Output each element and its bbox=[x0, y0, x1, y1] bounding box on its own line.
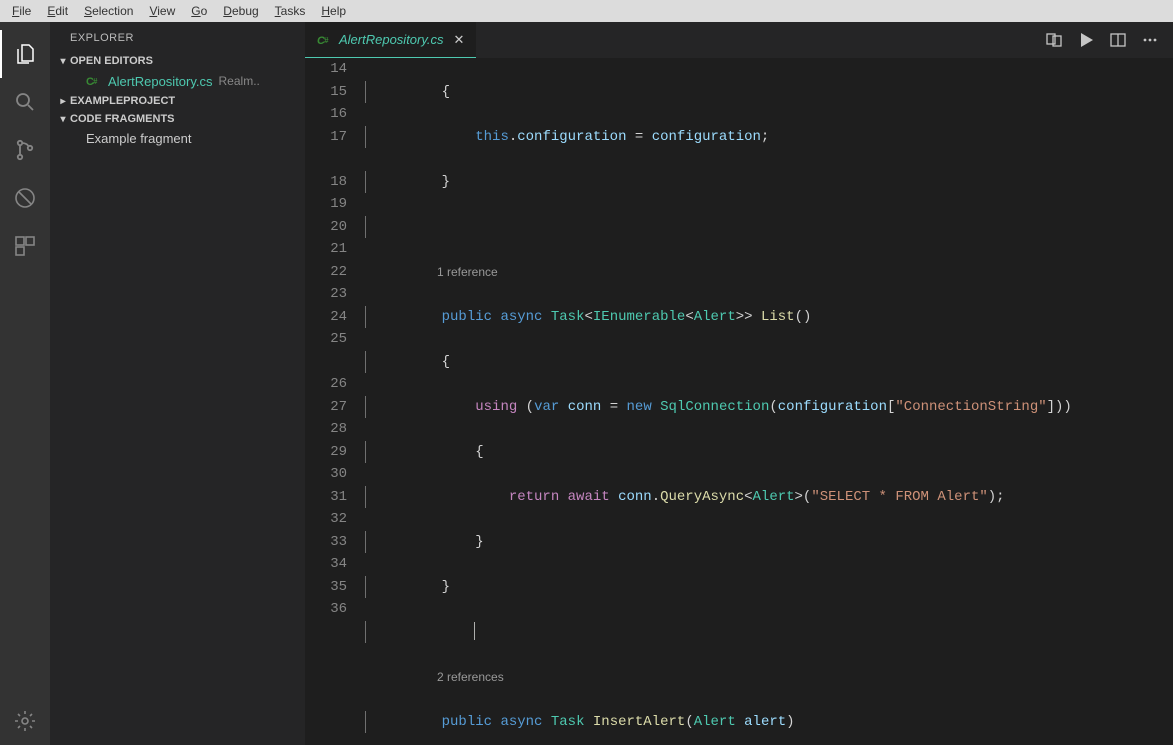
activity-git[interactable] bbox=[0, 126, 50, 174]
menu-help[interactable]: Help bbox=[313, 2, 354, 20]
run-icon[interactable] bbox=[1077, 31, 1095, 49]
sidebar-title: EXPLORER bbox=[50, 22, 305, 52]
svg-text:#: # bbox=[324, 36, 329, 45]
activity-bar bbox=[0, 22, 50, 745]
chevron-down-icon: ▾ bbox=[56, 114, 70, 125]
section-label: OPEN EDITORS bbox=[70, 55, 153, 67]
csharp-file-icon: C# bbox=[317, 32, 333, 48]
close-icon[interactable]: ✕ bbox=[454, 32, 465, 48]
extensions-icon bbox=[13, 234, 37, 258]
menu-selection[interactable]: Selection bbox=[76, 2, 141, 20]
activity-debug[interactable] bbox=[0, 174, 50, 222]
activity-settings[interactable] bbox=[0, 697, 50, 745]
git-icon bbox=[13, 138, 37, 162]
editor-area: C# AlertRepository.cs ✕ bbox=[305, 22, 1173, 745]
section-label: CODE FRAGMENTS bbox=[70, 113, 175, 125]
text-cursor bbox=[474, 622, 475, 640]
open-editor-path: Realm.. bbox=[219, 74, 260, 88]
menu-debug[interactable]: Debug bbox=[215, 2, 266, 20]
section-project[interactable]: ▸ EXAMPLEPROJECT bbox=[50, 92, 305, 110]
activity-search[interactable] bbox=[0, 78, 50, 126]
activity-extensions[interactable] bbox=[0, 222, 50, 270]
menu-edit[interactable]: Edit bbox=[39, 2, 76, 20]
codelens-insert[interactable]: 2 references bbox=[365, 666, 1173, 689]
svg-text:#: # bbox=[93, 77, 98, 86]
csharp-file-icon: C# bbox=[86, 73, 102, 89]
bug-icon bbox=[13, 186, 37, 210]
split-icon[interactable] bbox=[1109, 31, 1127, 49]
search-icon bbox=[13, 90, 37, 114]
tab-alertrepository[interactable]: C# AlertRepository.cs ✕ bbox=[305, 22, 476, 58]
chevron-right-icon: ▸ bbox=[56, 96, 70, 107]
editor-actions bbox=[1045, 31, 1173, 49]
sidebar: EXPLORER ▾ OPEN EDITORS C# AlertReposito… bbox=[50, 22, 305, 745]
menu-go[interactable]: Go bbox=[183, 2, 215, 20]
menu-view[interactable]: View bbox=[141, 2, 183, 20]
tabs-row: C# AlertRepository.cs ✕ bbox=[305, 22, 1173, 58]
files-icon bbox=[14, 42, 38, 66]
code-content[interactable]: { this.configuration = configuration; } … bbox=[365, 58, 1173, 745]
open-editor-name: AlertRepository.cs bbox=[108, 74, 213, 89]
line-gutter: 14 15 16 17 18 19 20 21 22 23 24 25 26 2… bbox=[305, 58, 365, 745]
fragment-label: Example fragment bbox=[86, 131, 192, 146]
section-open-editors[interactable]: ▾ OPEN EDITORS bbox=[50, 52, 305, 70]
gear-icon bbox=[13, 709, 37, 733]
open-editor-item[interactable]: C# AlertRepository.cs Realm.. bbox=[50, 70, 305, 92]
compare-icon[interactable] bbox=[1045, 31, 1063, 49]
section-fragments[interactable]: ▾ CODE FRAGMENTS bbox=[50, 110, 305, 128]
activity-explorer[interactable] bbox=[0, 30, 50, 78]
menubar: File Edit Selection View Go Debug Tasks … bbox=[0, 0, 1173, 22]
chevron-down-icon: ▾ bbox=[56, 56, 70, 67]
editor-body[interactable]: 14 15 16 17 18 19 20 21 22 23 24 25 26 2… bbox=[305, 58, 1173, 745]
menu-file[interactable]: File bbox=[4, 2, 39, 20]
fragment-item[interactable]: Example fragment bbox=[50, 128, 305, 149]
codelens-list[interactable]: 1 reference bbox=[365, 261, 1173, 284]
more-icon[interactable] bbox=[1141, 31, 1159, 49]
tab-label: AlertRepository.cs bbox=[339, 32, 444, 47]
section-label: EXAMPLEPROJECT bbox=[70, 95, 175, 107]
menu-tasks[interactable]: Tasks bbox=[267, 2, 314, 20]
